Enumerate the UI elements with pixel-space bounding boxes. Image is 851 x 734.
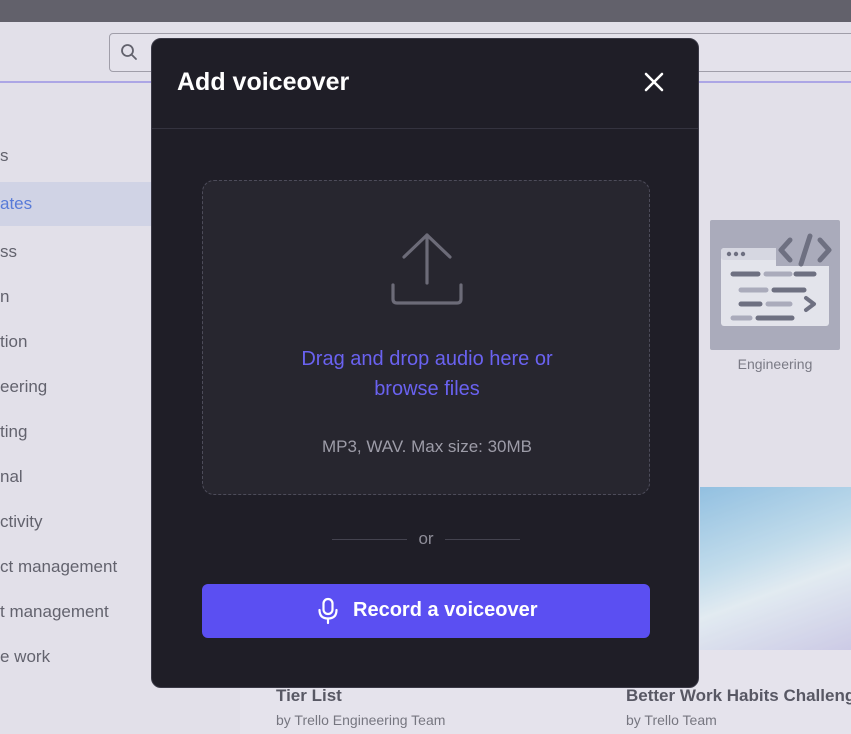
or-divider: or (332, 529, 520, 549)
upload-icon (391, 233, 463, 305)
audio-dropzone[interactable]: Drag and drop audio here or browse files… (202, 180, 650, 495)
modal-title: Add voiceover (177, 68, 350, 96)
dropzone-instructions: Drag and drop audio here or browse files (203, 344, 651, 404)
close-icon[interactable] (642, 70, 666, 94)
file-format-hint: MP3, WAV. Max size: 30MB (321, 437, 533, 456)
add-voiceover-modal: Add voiceover Drag and drop audio here o… (151, 38, 699, 688)
modal-header: Add voiceover (152, 39, 698, 129)
record-voiceover-label: Record a voiceover (353, 599, 538, 621)
microphone-icon (318, 597, 338, 625)
dropzone-text-line: Drag and drop audio here or (301, 348, 553, 370)
record-voiceover-button[interactable]: Record a voiceover (202, 584, 650, 638)
browse-files-link[interactable]: browse files (203, 374, 651, 404)
divider-line (445, 539, 520, 540)
